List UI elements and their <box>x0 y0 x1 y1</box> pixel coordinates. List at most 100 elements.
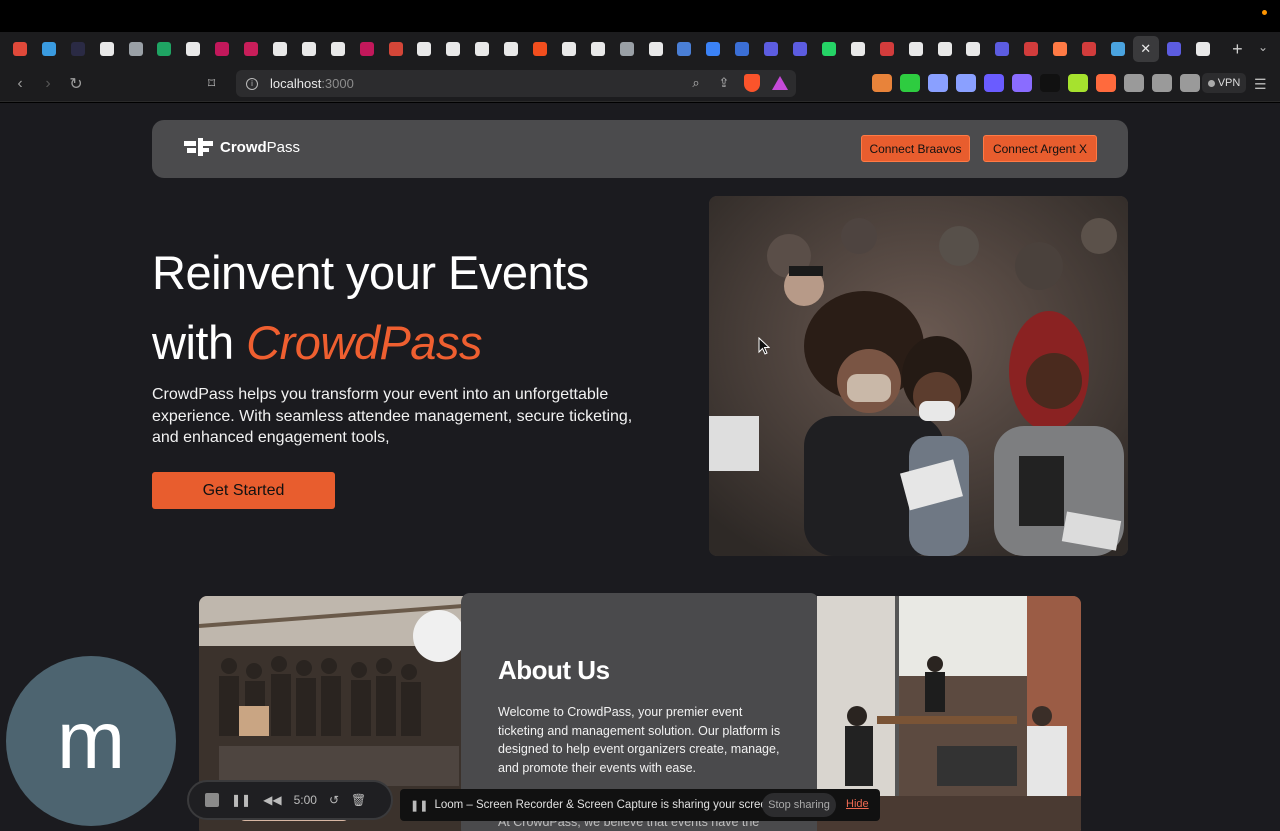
p-icon[interactable] <box>1040 74 1060 92</box>
hero-title-prefix: with <box>152 316 247 369</box>
browser-tab[interactable] <box>295 36 323 62</box>
browser-tab[interactable] <box>670 36 698 62</box>
browser-tab[interactable] <box>179 36 207 62</box>
1ke-icon <box>215 42 230 56</box>
browser-tab[interactable] <box>439 36 467 62</box>
argent-icon[interactable] <box>1096 74 1116 92</box>
browser-tab[interactable] <box>613 36 641 62</box>
screen-sharing-bar: ❚❚ Loom – Screen Recorder & Screen Captu… <box>400 789 880 821</box>
crowdpass-logo[interactable]: CrowdPass <box>184 138 300 156</box>
extension-icon[interactable] <box>928 74 948 92</box>
browser-tab[interactable] <box>815 36 843 62</box>
brave-rewards-icon[interactable] <box>772 76 788 90</box>
browser-tab[interactable] <box>468 36 496 62</box>
cube-icon <box>128 42 143 56</box>
browser-tab[interactable] <box>1160 36 1188 62</box>
browser-tab[interactable] <box>150 36 178 62</box>
browser-tab[interactable] <box>6 36 34 62</box>
reload-button[interactable]: ↻ <box>62 74 90 94</box>
puzzle-icon[interactable] <box>1124 74 1144 92</box>
page-viewport: CrowdPass Connect Braavos Connect Argent… <box>0 103 1280 831</box>
blank-icon <box>70 42 85 56</box>
extension-icon[interactable] <box>984 74 1004 92</box>
browser-tab[interactable] <box>1104 36 1132 62</box>
brave-shields-icon[interactable] <box>744 74 760 92</box>
stop-sharing-button[interactable]: Stop sharing <box>762 793 836 817</box>
browser-menu-icon[interactable]: ☰ <box>1254 76 1267 93</box>
arc-icon <box>330 42 345 56</box>
browser-tab[interactable] <box>35 36 63 62</box>
zoom-icon[interactable]: ⌕ <box>688 75 704 91</box>
browser-tab[interactable] <box>757 36 785 62</box>
metamask-icon[interactable] <box>872 74 892 92</box>
new-tab-button[interactable]: + <box>1225 39 1249 60</box>
browser-tab[interactable] <box>931 36 959 62</box>
braavos-icon <box>1024 42 1039 56</box>
address-bar[interactable]: i localhost:3000 ⌕ ⇪ <box>236 70 796 97</box>
drop-icon <box>735 42 750 56</box>
extension-icon[interactable] <box>1012 74 1032 92</box>
browser-tab[interactable] <box>988 36 1016 62</box>
browser-tab[interactable] <box>237 36 265 62</box>
loom-camera-bubble[interactable]: m <box>6 656 176 826</box>
extension-icon[interactable] <box>956 74 976 92</box>
browser-tab[interactable] <box>382 36 410 62</box>
vpn-status-icon <box>1207 79 1215 87</box>
browser-tab[interactable] <box>1075 36 1103 62</box>
browser-tab[interactable] <box>497 36 525 62</box>
site-info-icon[interactable]: i <box>246 77 258 90</box>
browser-tab[interactable] <box>873 36 901 62</box>
tab-list-chevron-icon[interactable]: ⌄ <box>1258 40 1268 54</box>
chart-icon[interactable] <box>900 74 920 92</box>
hide-sharing-bar-link[interactable]: Hide <box>846 798 869 810</box>
mouse-cursor-icon <box>758 337 770 355</box>
browser-tab[interactable] <box>526 36 554 62</box>
tab-strip: ✕ + <box>0 32 1280 66</box>
back-button[interactable]: ‹ <box>6 75 34 93</box>
browser-tab[interactable] <box>266 36 294 62</box>
close-icon[interactable]: ✕ <box>1140 41 1151 57</box>
share-icon[interactable]: ⇪ <box>716 75 732 91</box>
rewind-icon[interactable]: ◀◀ <box>263 793 281 807</box>
browser-tab[interactable] <box>902 36 930 62</box>
browser-tab[interactable] <box>324 36 352 62</box>
browser-tab[interactable] <box>122 36 150 62</box>
browser-tab[interactable] <box>959 36 987 62</box>
p-icon[interactable] <box>1068 74 1088 92</box>
restart-icon[interactable]: ↺ <box>329 793 339 807</box>
browser-tab[interactable] <box>208 36 236 62</box>
hero-title-accent: CrowdPass <box>246 316 482 369</box>
browser-tab[interactable] <box>555 36 583 62</box>
browser-tab[interactable] <box>1189 36 1217 62</box>
browser-tab[interactable] <box>584 36 612 62</box>
browser-tab[interactable] <box>410 36 438 62</box>
hero-description: CrowdPass helps you transform your event… <box>152 386 633 446</box>
get-started-button[interactable]: Get Started <box>152 472 335 509</box>
delete-icon[interactable]: 🗑 <box>351 793 366 807</box>
wallet-icon[interactable] <box>1180 74 1200 92</box>
browser-tab[interactable] <box>844 36 872 62</box>
browser-tab[interactable] <box>1017 36 1045 62</box>
pause-icon[interactable]: ❚❚ <box>231 793 251 807</box>
browser-tab[interactable] <box>699 36 727 62</box>
browser-tab[interactable] <box>353 36 381 62</box>
connect-braavos-button[interactable]: Connect Braavos <box>861 135 970 162</box>
vpn-button[interactable]: VPN <box>1202 73 1246 93</box>
github-icon <box>475 42 490 56</box>
notion-icon <box>273 42 288 56</box>
bookmark-icon[interactable]: ⌑ <box>208 75 222 91</box>
browser-tab[interactable] <box>1046 36 1074 62</box>
browser-tab[interactable]: ✕ <box>1132 36 1159 62</box>
forward-button[interactable]: › <box>34 75 62 93</box>
f-icon <box>244 42 259 56</box>
browser-tab[interactable] <box>93 36 121 62</box>
browser-tab[interactable] <box>64 36 92 62</box>
browser-tab[interactable] <box>642 36 670 62</box>
recording-icon <box>13 42 27 56</box>
sidebar-icon[interactable] <box>1152 74 1172 92</box>
vercel-icon <box>1195 42 1210 56</box>
browser-tab[interactable] <box>786 36 814 62</box>
browser-tab[interactable] <box>728 36 756 62</box>
stop-recording-icon[interactable] <box>205 793 219 807</box>
connect-argent-button[interactable]: Connect Argent X <box>983 135 1097 162</box>
